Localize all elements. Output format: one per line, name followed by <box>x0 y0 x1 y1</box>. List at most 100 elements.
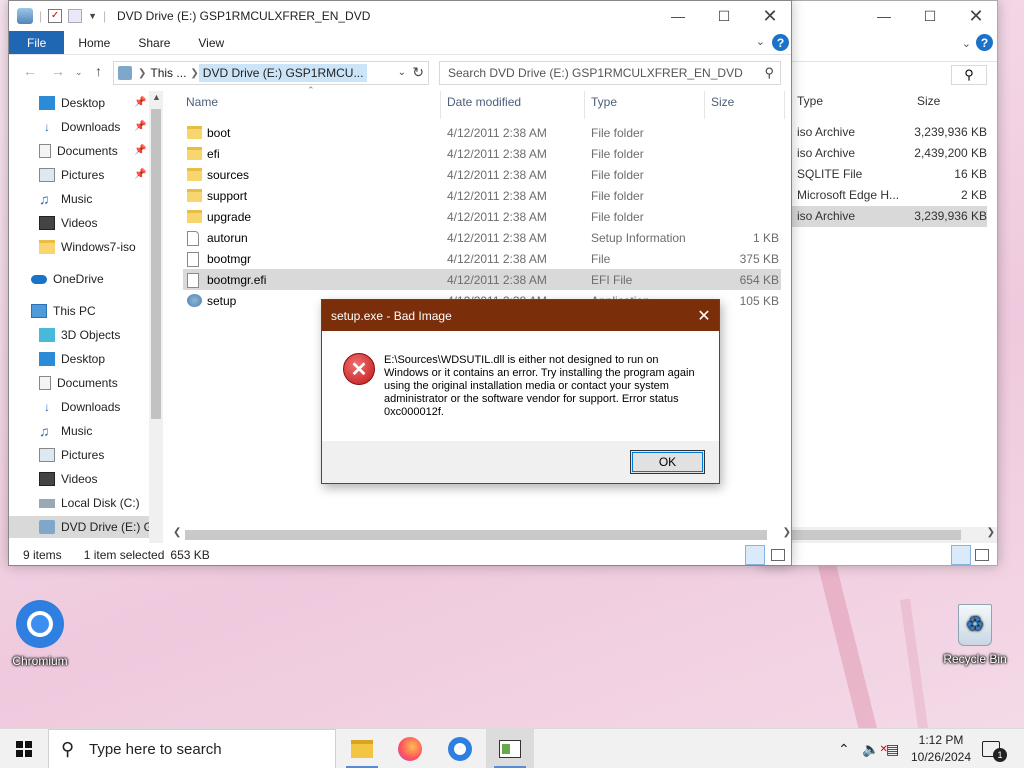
sidebar-item-desktop[interactable]: Desktop <box>39 92 187 114</box>
minimize-button[interactable]: — <box>861 1 907 31</box>
table-row[interactable]: support 4/12/2011 2:38 AM File folder <box>183 185 781 206</box>
close-button[interactable]: ✕ <box>689 300 719 331</box>
sidebar-item-downloads[interactable]: ↓ Downloads <box>39 116 187 138</box>
table-row[interactable]: upgrade 4/12/2011 2:38 AM File folder <box>183 206 781 227</box>
list-item[interactable]: iso Archive 2,439,200 KB <box>791 143 987 164</box>
forward-arrow-icon[interactable]: → <box>51 63 65 79</box>
start-button[interactable] <box>0 729 48 768</box>
taskbar-search-input[interactable]: ⚲ Type here to search <box>48 729 336 768</box>
table-row[interactable]: bootmgr.efi 4/12/2011 2:38 AM EFI File 654 … <box>183 269 781 290</box>
details-view-icon[interactable] <box>745 545 765 565</box>
customize-toolbar-icon[interactable]: ▼ <box>88 11 97 21</box>
column-header-name[interactable]: Name <box>186 95 218 115</box>
search-icon[interactable]: ⚲ <box>951 65 987 85</box>
scrollbar-thumb[interactable] <box>185 530 767 540</box>
scroll-right-icon[interactable]: ❯ <box>783 527 791 538</box>
sidebar-item-local-disk[interactable]: Local Disk (C:) <box>39 492 187 514</box>
search-input[interactable]: Search DVD Drive (E:) GSP1RMCULXFRER_EN_… <box>439 61 781 85</box>
up-arrow-icon[interactable]: ↑ <box>95 63 102 79</box>
title-bar[interactable]: | ✓ ▼ | DVD Drive (E:) GSP1RMCULXFRER_EN… <box>9 1 791 31</box>
search-icon[interactable]: ⚲ <box>764 65 774 81</box>
sidebar-item-videos[interactable]: Videos <box>39 468 187 490</box>
properties-icon[interactable]: ✓ <box>48 9 63 23</box>
breadcrumb-dvd-drive[interactable]: DVD Drive (E:) GSP1RMCU... <box>198 64 368 82</box>
address-dropdown-icon[interactable]: ⌄ <box>398 67 406 78</box>
pin-icon[interactable]: 📌 <box>134 169 146 180</box>
details-view-icon[interactable] <box>951 545 971 565</box>
help-icon[interactable]: ? <box>772 34 789 51</box>
list-item[interactable]: iso Archive 3,239,936 KB <box>791 206 987 227</box>
table-row[interactable]: efi 4/12/2011 2:38 AM File folder <box>183 143 781 164</box>
tab-view[interactable]: View <box>184 31 238 54</box>
taskbar-file-explorer[interactable] <box>338 729 386 768</box>
scroll-right-icon[interactable]: ❯ <box>987 527 995 538</box>
taskbar-chromium[interactable] <box>436 729 484 768</box>
scroll-up-icon[interactable]: ▲ <box>152 92 161 102</box>
scrollbar-thumb[interactable] <box>151 109 161 419</box>
network-icon[interactable]: ▤ <box>886 729 899 768</box>
large-icons-view-icon[interactable] <box>771 549 785 561</box>
list-item[interactable]: SQLITE File 16 KB <box>791 164 987 185</box>
table-row[interactable]: bootmgr 4/12/2011 2:38 AM File 375 KB <box>183 248 781 269</box>
sidebar-item-music[interactable]: ♫ Music <box>39 188 187 210</box>
show-hidden-icons-icon[interactable]: ⌃ <box>838 729 850 768</box>
sidebar-item-windows7-iso[interactable]: Windows7-iso <box>39 236 187 258</box>
sidebar-item-documents[interactable]: Documents <box>39 140 187 162</box>
minimize-button[interactable]: — <box>655 1 701 31</box>
maximize-button[interactable]: ☐ <box>701 1 747 31</box>
sidebar-item-pictures[interactable]: Pictures <box>39 164 187 186</box>
horizontal-scrollbar[interactable]: ❮ ❯ <box>169 527 791 543</box>
sidebar-item-dvd-drive[interactable]: DVD Drive (E:) GSP1 <box>9 516 149 538</box>
sidebar-item-downloads[interactable]: ↓ Downloads <box>39 396 187 418</box>
taskbar-firefox[interactable] <box>386 729 434 768</box>
sidebar-item-videos[interactable]: Videos <box>39 212 187 234</box>
pin-icon[interactable]: 📌 <box>134 121 146 132</box>
desktop-icon-chromium[interactable]: Chromium <box>0 600 80 668</box>
taskbar-setup[interactable] <box>486 729 534 768</box>
close-button[interactable]: ✕ <box>953 1 997 31</box>
list-item[interactable]: Microsoft Edge H... 2 KB <box>791 185 987 206</box>
new-folder-icon[interactable] <box>68 9 83 23</box>
ok-button[interactable]: OK <box>630 450 705 474</box>
sidebar-item-pictures[interactable]: Pictures <box>39 444 187 466</box>
tab-home[interactable]: Home <box>64 31 124 54</box>
column-header-type[interactable]: Type <box>797 94 823 114</box>
refresh-icon[interactable]: ↻ <box>412 64 424 81</box>
dialog-title-bar[interactable]: setup.exe - Bad Image ✕ <box>322 300 719 331</box>
volume-muted-icon[interactable]: 🔈 ✕ <box>862 729 888 768</box>
scroll-left-icon[interactable]: ❮ <box>173 527 181 538</box>
table-row[interactable]: sources 4/12/2011 2:38 AM File folder <box>183 164 781 185</box>
notifications-icon[interactable]: 1 <box>982 729 1007 768</box>
navigation-scrollbar[interactable]: ▲ <box>149 91 163 543</box>
large-icons-view-icon[interactable] <box>975 549 989 561</box>
help-icon[interactable]: ? <box>976 34 993 51</box>
sidebar-item-music[interactable]: ♫ Music <box>39 420 187 442</box>
column-header-type[interactable]: Type <box>591 95 617 115</box>
pin-icon[interactable]: 📌 <box>134 145 146 156</box>
list-item[interactable]: iso Archive 3,239,936 KB <box>791 122 987 143</box>
column-header-date-modified[interactable]: Date modified <box>447 95 521 115</box>
table-row[interactable]: boot 4/12/2011 2:38 AM File folder <box>183 122 781 143</box>
recent-locations-icon[interactable]: ⌄ <box>75 67 83 78</box>
close-button[interactable]: ✕ <box>747 1 791 31</box>
horizontal-scrollbar[interactable]: ❯ <box>761 527 997 543</box>
column-header-size[interactable]: Size <box>711 95 734 115</box>
desktop-icon-recycle-bin[interactable]: ♻ Recycle Bin <box>935 604 1015 666</box>
tab-share[interactable]: Share <box>124 31 184 54</box>
background-explorer-window[interactable]: — ☐ ✕ ⌄ ? ⚲ Type Size iso Archive 3,239,9… <box>760 0 998 566</box>
address-bar[interactable]: ❯ This ... ❯ DVD Drive (E:) GSP1RMCU... … <box>113 61 429 85</box>
sidebar-item-documents[interactable]: Documents <box>39 372 187 394</box>
chevron-down-icon[interactable]: ⌄ <box>756 35 765 48</box>
sidebar-item-desktop[interactable]: Desktop <box>39 348 187 370</box>
sidebar-item-3d-objects[interactable]: 3D Objects <box>39 324 187 346</box>
chevron-down-icon[interactable]: ⌄ <box>962 37 971 50</box>
back-arrow-icon[interactable]: ← <box>23 63 37 79</box>
tab-file[interactable]: File <box>9 31 65 54</box>
pin-icon[interactable]: 📌 <box>134 97 146 108</box>
breadcrumb-this-pc[interactable]: This ... <box>146 66 190 80</box>
table-row[interactable]: autorun 4/12/2011 2:38 AM Setup Informatio… <box>183 227 781 248</box>
maximize-button[interactable]: ☐ <box>907 1 953 31</box>
clock[interactable]: 1:12 PM 10/26/2024 <box>906 732 976 766</box>
bad-image-dialog[interactable]: setup.exe - Bad Image ✕ ✕ E:\Sources\WDS… <box>321 299 720 484</box>
column-header-size[interactable]: Size <box>917 94 940 114</box>
